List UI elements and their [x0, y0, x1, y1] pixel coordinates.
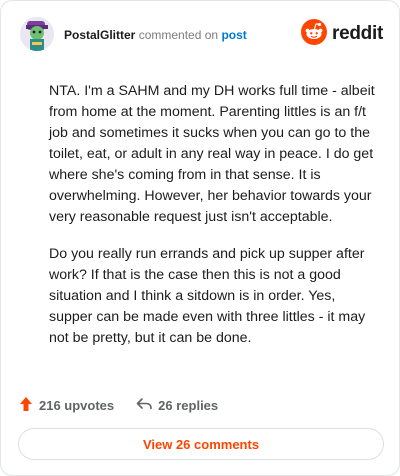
comment-header: PostalGlitter commented on post reddit: [20, 17, 383, 51]
replies-button[interactable]: 26 replies: [136, 397, 218, 414]
comment-body: NTA. I'm a SAHM and my DH works full tim…: [49, 81, 379, 365]
reply-arrow-icon: [136, 397, 158, 414]
comment-byline: PostalGlitter commented on post: [64, 28, 247, 42]
upvote-button[interactable]: 216 upvotes: [19, 396, 114, 415]
replies-count: 26 replies: [158, 397, 219, 413]
upvote-arrow-icon: [19, 396, 39, 415]
comment-paragraph: Do you really run errands and pick up su…: [49, 246, 366, 346]
comment-card: PostalGlitter commented on post reddit N…: [0, 0, 400, 476]
post-link[interactable]: post: [221, 28, 246, 42]
username-link[interactable]: PostalGlitter: [64, 28, 135, 42]
comment-paragraph: NTA. I'm a SAHM and my DH works full tim…: [49, 83, 375, 225]
reddit-wordmark: reddit: [332, 23, 383, 44]
comment-actions: 216 upvotes 26 replies: [19, 395, 218, 415]
reddit-brand[interactable]: reddit: [301, 18, 383, 50]
upvote-count: 216 upvotes: [39, 397, 115, 413]
avatar[interactable]: [20, 17, 54, 51]
commented-on-label: commented on: [138, 28, 219, 42]
view-comments-button[interactable]: View 26 comments: [18, 428, 384, 460]
reddit-logo-icon: [301, 18, 328, 50]
